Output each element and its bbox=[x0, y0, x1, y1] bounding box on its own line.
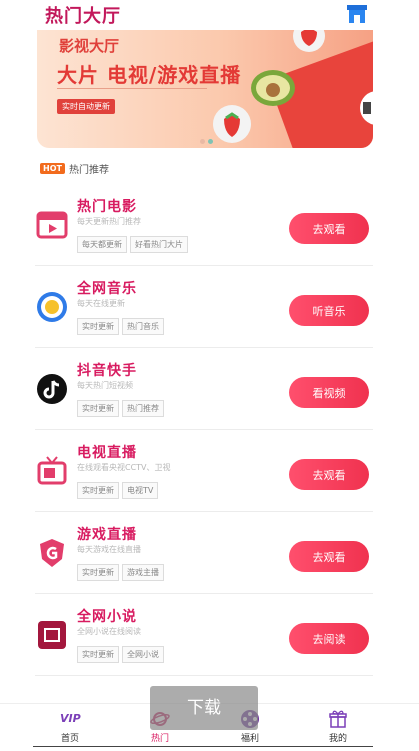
item-name: 全网音乐 bbox=[77, 281, 137, 297]
bottom-divider bbox=[33, 746, 373, 747]
item-tag: 好看热门大片 bbox=[130, 236, 188, 253]
item-tag: 全网小说 bbox=[122, 646, 164, 663]
item-tag: 实时更新 bbox=[77, 482, 119, 499]
item-tag: 热门音乐 bbox=[122, 318, 164, 335]
carousel-dot[interactable] bbox=[200, 139, 205, 144]
item-desc: 在线观看央视CCTV、卫视 bbox=[77, 463, 171, 472]
listen-button[interactable]: 听音乐 bbox=[289, 295, 369, 326]
tab-label: 我的 bbox=[328, 734, 347, 744]
item-name: 抖音快手 bbox=[77, 363, 137, 379]
item-tags: 实时更新 电视TV bbox=[77, 478, 161, 499]
view-video-button[interactable]: 看视频 bbox=[289, 377, 369, 408]
strawberry-plate-icon bbox=[293, 30, 325, 52]
tab-label: 首页 bbox=[60, 734, 79, 744]
item-tags: 实时更新 游戏主播 bbox=[77, 560, 167, 581]
tab-mine[interactable]: 我的 bbox=[308, 704, 368, 751]
carousel-dots[interactable] bbox=[200, 129, 216, 148]
strawberry-icon bbox=[213, 105, 251, 143]
tab-label: 热门 bbox=[150, 734, 169, 744]
app-title: 热门大厅 bbox=[45, 6, 121, 27]
watch-button[interactable]: 去观看 bbox=[289, 213, 369, 244]
item-tag: 电视TV bbox=[122, 482, 159, 499]
game-icon bbox=[40, 539, 64, 567]
list-item-game[interactable]: 游戏直播 每天游戏在线直播 实时更新 游戏主播 去观看 bbox=[35, 512, 373, 594]
banner-divider bbox=[57, 88, 207, 89]
tab-label: 福利 bbox=[240, 734, 259, 744]
tab-home[interactable]: VIP 首页 bbox=[40, 704, 100, 751]
store-icon[interactable] bbox=[346, 2, 368, 24]
item-tag: 实时更新 bbox=[77, 564, 119, 581]
list-item-novel[interactable]: 全网小说 全网小说在线阅读 实时更新 全网小说 去阅读 bbox=[35, 594, 373, 676]
item-name: 电视直播 bbox=[77, 445, 137, 461]
banner-subtitle: 大片 电视/游戏直播 bbox=[57, 63, 242, 87]
watch-button[interactable]: 去观看 bbox=[289, 459, 369, 490]
tv-icon bbox=[37, 456, 67, 485]
list-item-tv[interactable]: 电视直播 在线观看央视CCTV、卫视 实时更新 电视TV 去观看 bbox=[35, 430, 373, 512]
item-tags: 每天都更新 好看热门大片 bbox=[77, 232, 191, 253]
hot-badge: HOT bbox=[40, 163, 65, 174]
item-name: 全网小说 bbox=[77, 609, 137, 625]
avocado-icon bbox=[251, 70, 295, 106]
novel-icon bbox=[38, 621, 66, 649]
item-desc: 每天在线更新 bbox=[77, 299, 125, 308]
watch-button[interactable]: 去观看 bbox=[289, 541, 369, 572]
section-header: HOT 热门推荐 bbox=[40, 158, 109, 176]
music-icon bbox=[37, 292, 67, 322]
top-bar: 热门大厅 bbox=[0, 0, 419, 30]
item-name: 热门电影 bbox=[77, 199, 137, 215]
download-button[interactable]: 下载 bbox=[150, 686, 258, 730]
item-tags: 实时更新 全网小说 bbox=[77, 642, 167, 663]
item-name: 游戏直播 bbox=[77, 527, 137, 543]
gift-icon bbox=[329, 710, 347, 728]
item-tags: 实时更新 热门音乐 bbox=[77, 314, 167, 335]
item-tag: 实时更新 bbox=[77, 400, 119, 417]
tiktok-icon bbox=[37, 374, 67, 404]
item-desc: 全网小说在线阅读 bbox=[77, 627, 141, 636]
item-tag: 每天都更新 bbox=[77, 236, 127, 253]
section-label: 热门推荐 bbox=[68, 165, 109, 176]
side-plate-icon bbox=[360, 91, 373, 125]
item-desc: 每天热门短视频 bbox=[77, 381, 133, 390]
movie-icon bbox=[36, 211, 68, 239]
read-button[interactable]: 去阅读 bbox=[289, 623, 369, 654]
list-item-movies[interactable]: 热门电影 每天更新热门推荐 每天都更新 好看热门大片 去观看 bbox=[35, 184, 373, 266]
item-tag: 实时更新 bbox=[77, 318, 119, 335]
list-item-short-video[interactable]: 抖音快手 每天热门短视频 实时更新 热门推荐 看视频 bbox=[35, 348, 373, 430]
vip-icon: VIP bbox=[60, 712, 81, 725]
list-item-music[interactable]: 全网音乐 每天在线更新 实时更新 热门音乐 听音乐 bbox=[35, 266, 373, 348]
item-desc: 每天更新热门推荐 bbox=[77, 217, 141, 226]
banner-tag: 实时自动更新 bbox=[57, 99, 115, 114]
banner-title: 影视大厅 bbox=[59, 37, 120, 55]
item-tag: 实时更新 bbox=[77, 646, 119, 663]
item-tag: 热门推荐 bbox=[122, 400, 164, 417]
item-tags: 实时更新 热门推荐 bbox=[77, 396, 167, 417]
promo-banner[interactable]: 影视大厅 大片 电视/游戏直播 实时自动更新 bbox=[37, 30, 373, 148]
carousel-dot-active[interactable] bbox=[208, 139, 213, 144]
item-tag: 游戏主播 bbox=[122, 564, 164, 581]
item-desc: 每天游戏在线直播 bbox=[77, 545, 141, 554]
